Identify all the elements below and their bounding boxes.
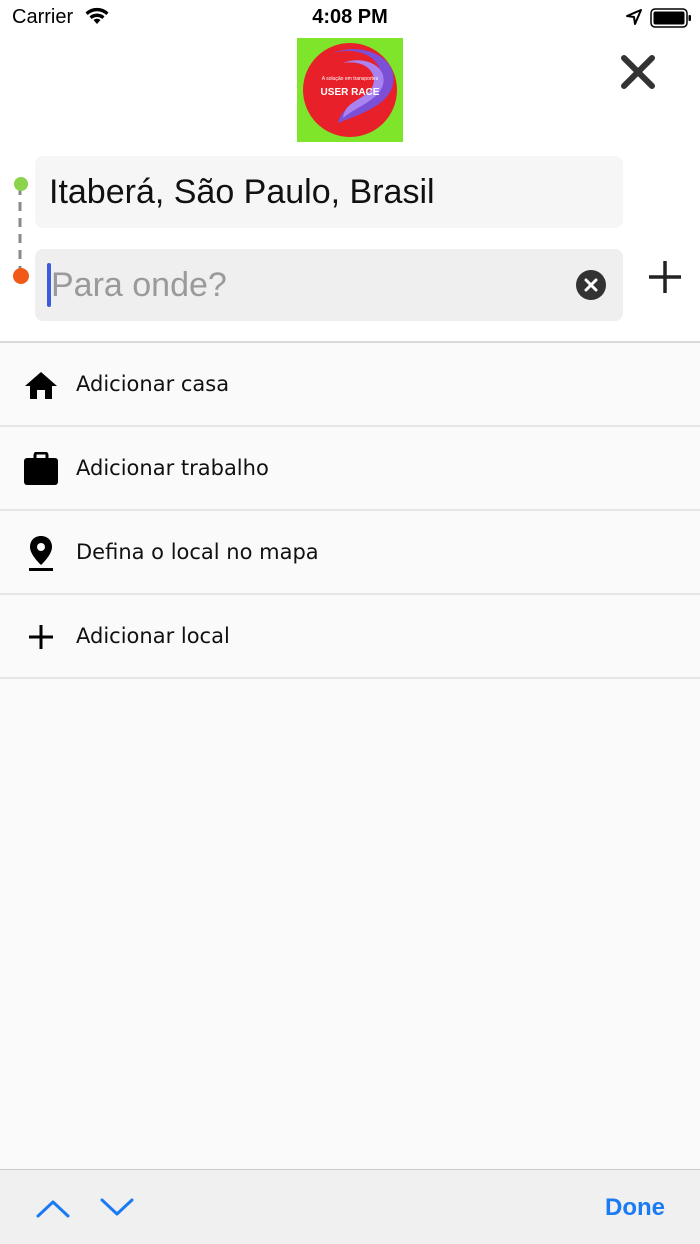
status-bar: Carrier 4:08 PM	[0, 0, 700, 36]
origin-dot	[14, 177, 28, 191]
map-pin-icon	[22, 535, 60, 571]
app-logo: A solução em transportes USER RACE	[297, 38, 403, 142]
destination-dot	[13, 268, 29, 284]
done-button[interactable]: Done	[590, 1190, 680, 1226]
logo-circle: A solução em transportes USER RACE	[303, 43, 397, 137]
plus-icon	[22, 619, 60, 655]
location-arrow-icon	[626, 9, 642, 25]
list-item-label: Adicionar trabalho	[76, 456, 269, 480]
briefcase-icon	[22, 451, 60, 487]
text-cursor	[47, 263, 51, 307]
list-item-add-place[interactable]: Adicionar local	[0, 595, 700, 679]
add-stop-button[interactable]	[640, 252, 690, 302]
home-icon	[22, 367, 60, 403]
list-item-label: Adicionar casa	[76, 372, 230, 396]
plus-icon	[649, 261, 681, 293]
list-item-add-work[interactable]: Adicionar trabalho	[0, 427, 700, 511]
logo-tagline: A solução em transportes	[321, 76, 379, 82]
battery-icon	[650, 8, 691, 28]
chevron-down-icon[interactable]	[96, 1190, 138, 1226]
list-item-set-on-map[interactable]: Defina o local no mapa	[0, 511, 700, 595]
list-item-label: Defina o local no mapa	[76, 540, 319, 564]
status-time: 4:08 PM	[312, 6, 388, 28]
clear-circle-icon[interactable]	[575, 269, 607, 301]
chevron-up-icon[interactable]	[32, 1190, 74, 1226]
route-connector-line	[18, 186, 22, 270]
close-icon	[621, 55, 655, 89]
destination-input[interactable]	[51, 249, 561, 321]
saved-places-list: Adicionar casa Adicionar trabalho Defina…	[0, 343, 700, 679]
close-button[interactable]	[612, 46, 664, 98]
origin-field[interactable]: Itaberá, São Paulo, Brasil	[35, 156, 623, 228]
list-item-add-home[interactable]: Adicionar casa	[0, 343, 700, 427]
logo-brand: USER RACE	[320, 87, 380, 98]
destination-field[interactable]	[35, 249, 623, 321]
route-header: A solução em transportes USER RACE Itabe…	[0, 36, 700, 343]
list-item-label: Adicionar local	[76, 624, 230, 648]
keyboard-accessory-bar: Done	[0, 1169, 700, 1244]
